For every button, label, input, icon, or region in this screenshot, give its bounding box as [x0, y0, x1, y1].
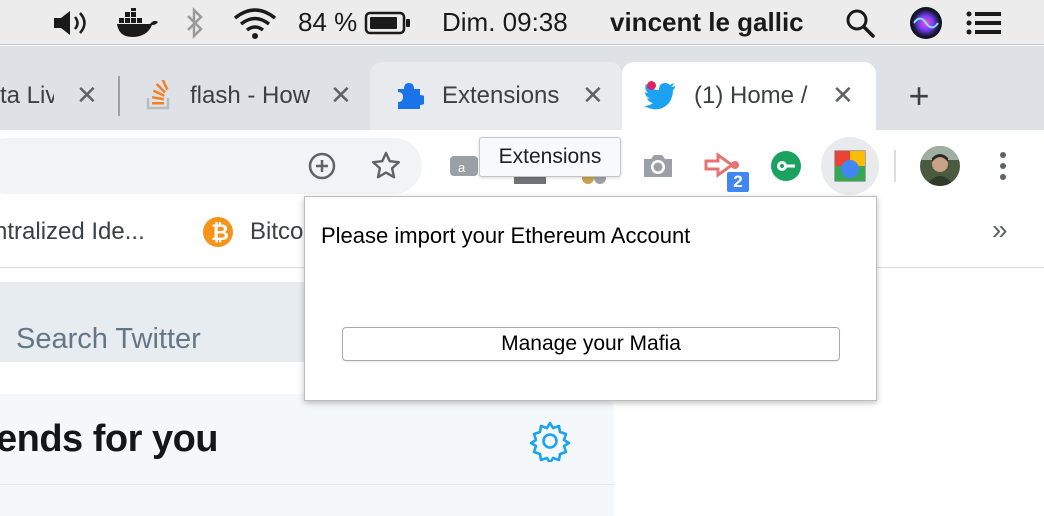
manage-mafia-button[interactable]: Manage your Mafia [342, 327, 840, 361]
bitcoin-icon: ₿ [202, 216, 234, 248]
svg-text:₿: ₿ [211, 220, 229, 245]
puzzle-icon [394, 80, 424, 110]
menubar-clock[interactable]: Dim. 09:38 [442, 0, 568, 45]
tab-0[interactable]: ta Liv ✕ [0, 62, 108, 130]
macos-menu-bar: 84 % Dim. 09:38 vincent le gallic [0, 0, 1044, 45]
svg-text:a: a [458, 160, 466, 175]
menubar-user-name[interactable]: vincent le gallic [610, 0, 804, 45]
popup-message: Please import your Ethereum Account [321, 223, 691, 248]
tab-title: flash - How [190, 82, 311, 109]
trends-title: ends for you [0, 418, 219, 460]
menu-extras-icon[interactable] [966, 0, 1002, 45]
battery-percent: 84 % [298, 7, 358, 37]
toolbar-separator [894, 150, 896, 182]
tab-close-icon[interactable]: ✕ [330, 82, 352, 108]
green-key-extension-icon[interactable] [768, 148, 804, 184]
tab-strip: ta Liv ✕ flash - How ✕ Extensions ✕ (1) … [0, 46, 1044, 130]
spotlight-search-icon[interactable] [844, 0, 876, 45]
tab-2[interactable]: Extensions ✕ [370, 62, 622, 130]
tab-1[interactable]: flash - How ✕ [122, 62, 370, 130]
bookmark-star-icon[interactable] [368, 148, 404, 184]
bluetooth-icon[interactable] [183, 0, 207, 45]
settings-gear-icon[interactable] [528, 419, 572, 463]
bookmark-item[interactable]: ntralized Ide... [0, 218, 145, 246]
profile-avatar[interactable] [920, 146, 960, 186]
tab-separator [118, 76, 120, 116]
more-menu-icon[interactable] [990, 148, 1016, 184]
omnibox[interactable] [0, 138, 422, 194]
tab-close-icon[interactable]: ✕ [582, 82, 604, 108]
camera-extension-icon[interactable] [640, 148, 676, 184]
mafia-extension-icon[interactable] [821, 137, 879, 195]
trends-divider [0, 484, 614, 485]
tab-3-active[interactable]: (1) Home / ✕ [622, 62, 876, 130]
stackoverflow-icon [146, 80, 172, 110]
battery-icon[interactable] [364, 0, 412, 45]
tab-title: Extensions [442, 82, 560, 109]
extensions-tooltip: Extensions [479, 137, 621, 177]
notification-dot [647, 81, 656, 90]
tab-close-icon[interactable]: ✕ [832, 82, 854, 108]
bookmark-item[interactable]: Bitco [250, 218, 303, 246]
siri-icon[interactable] [909, 0, 943, 45]
extension-badge: 2 [726, 171, 750, 193]
chat-extension-icon[interactable]: a [448, 150, 482, 184]
extension-popup: Please import your Ethereum Account Mana… [304, 196, 877, 401]
volume-icon[interactable] [52, 0, 90, 45]
bookmarks-overflow-chevron[interactable]: » [992, 214, 1008, 246]
docker-icon[interactable] [116, 0, 158, 45]
zoom-icon[interactable] [304, 148, 340, 184]
tab-title: (1) Home / [694, 82, 808, 109]
tab-close-icon[interactable]: ✕ [76, 82, 98, 108]
wifi-icon[interactable] [232, 0, 278, 45]
new-tab-button[interactable]: + [896, 75, 942, 116]
tab-title: ta Liv [0, 82, 54, 109]
search-input[interactable]: Search Twitter [16, 323, 201, 356]
